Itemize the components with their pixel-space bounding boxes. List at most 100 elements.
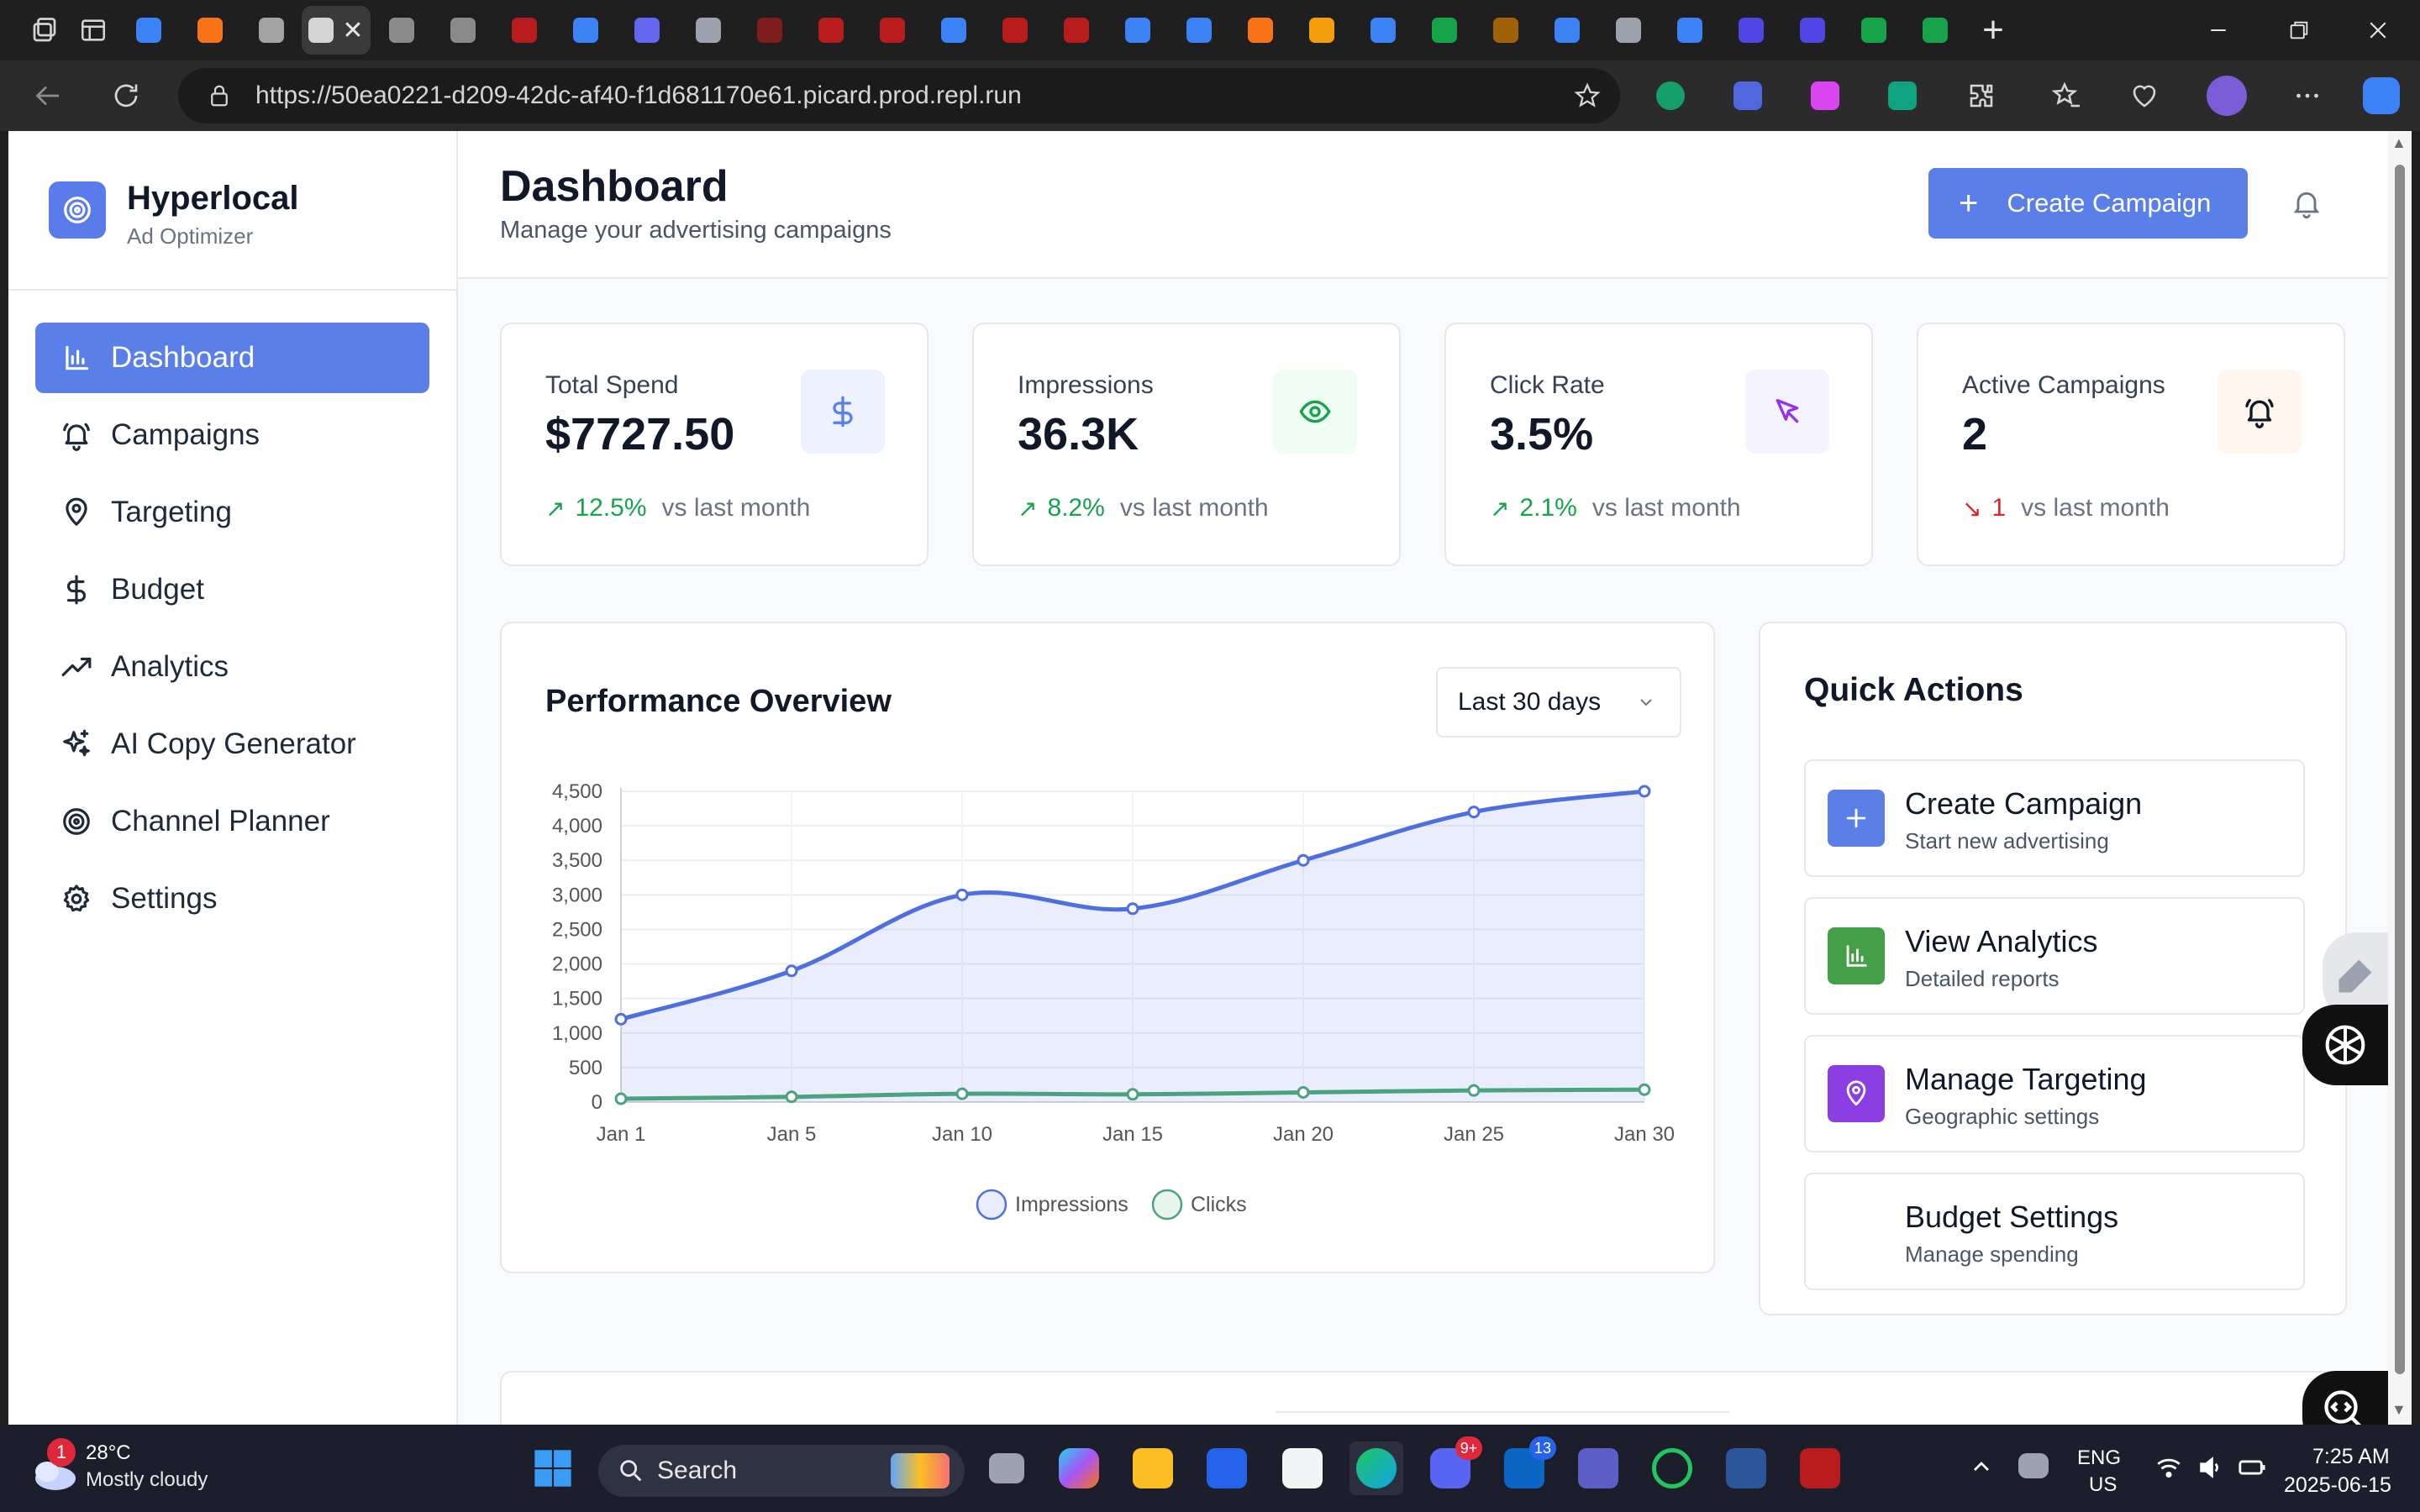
quick-action-manage-targeting[interactable]: Manage Targeting Geographic settings	[1804, 1035, 2305, 1152]
browser-tab[interactable]	[179, 6, 240, 55]
browser-tab[interactable]	[1597, 6, 1659, 55]
browser-tab[interactable]	[1659, 6, 1720, 55]
browser-tab[interactable]	[739, 6, 800, 55]
extensions-puzzle-icon[interactable]	[1958, 72, 2005, 119]
data-point-clicks[interactable]	[614, 1092, 628, 1105]
browser-tab[interactable]	[800, 6, 861, 55]
data-point-impressions[interactable]	[1467, 806, 1481, 819]
address-bar[interactable]: https://50ea0221-d209-42dc-af40-f1d68117…	[178, 68, 1620, 123]
favorite-star-icon[interactable]	[1573, 81, 1602, 110]
legend-item-clicks[interactable]: Clicks	[1151, 1189, 1247, 1221]
browser-tab[interactable]	[861, 6, 923, 55]
battery-icon[interactable]	[2237, 1453, 2267, 1486]
store-icon[interactable]	[1276, 1441, 1329, 1495]
word-icon[interactable]	[1719, 1441, 1773, 1495]
more-menu-icon[interactable]	[2284, 72, 2331, 119]
sync-app-icon[interactable]	[1645, 1441, 1699, 1495]
browser-tab[interactable]	[240, 6, 302, 55]
onedrive-icon[interactable]	[2018, 1453, 2049, 1478]
browser-tab[interactable]	[923, 6, 984, 55]
data-point-clicks[interactable]	[1467, 1084, 1481, 1097]
acrobat-icon[interactable]	[1793, 1441, 1847, 1495]
sidebar-item-channel-planner[interactable]: Channel Planner	[35, 786, 429, 857]
browser-tab[interactable]	[1475, 6, 1536, 55]
app-edit-icon[interactable]	[1200, 1441, 1254, 1495]
clock-time[interactable]: 7:25 AM	[2312, 1445, 2390, 1469]
browser-tab[interactable]	[371, 6, 432, 55]
data-point-impressions[interactable]	[1126, 902, 1139, 916]
browser-essentials-icon[interactable]	[2121, 72, 2168, 119]
copilot-icon[interactable]	[2358, 72, 2405, 119]
browser-tab[interactable]	[984, 6, 1045, 55]
browser-tab[interactable]	[1352, 6, 1413, 55]
data-point-impressions[interactable]	[614, 1012, 628, 1026]
chevron-up-icon[interactable]	[1968, 1453, 1995, 1484]
file-explorer-icon[interactable]	[1126, 1441, 1180, 1495]
wifi-icon[interactable]	[2154, 1453, 2183, 1486]
extension-record-icon[interactable]	[1802, 72, 1849, 119]
quick-action-budget-settings[interactable]: Budget Settings Manage spending	[1804, 1173, 2305, 1290]
edge-browser-icon[interactable]	[1349, 1441, 1403, 1495]
browser-tab[interactable]	[1843, 6, 1904, 55]
browser-tab[interactable]	[118, 6, 179, 55]
taskbar-search[interactable]: Search	[598, 1445, 965, 1497]
legend-item-impressions[interactable]: Impressions	[976, 1189, 1128, 1221]
scrollbar-thumb[interactable]	[2395, 165, 2405, 1374]
linkedin-icon[interactable]: 13	[1497, 1436, 1556, 1495]
site-info-icon[interactable]	[207, 83, 232, 108]
sidebar-item-budget[interactable]: Budget	[35, 554, 429, 625]
browser-tab[interactable]: ✕	[302, 6, 371, 55]
teams-icon[interactable]	[1571, 1441, 1625, 1495]
browser-tab[interactable]	[1904, 6, 1965, 55]
browser-tab[interactable]	[555, 6, 616, 55]
scroll-down-icon[interactable]: ▼	[2391, 1401, 2407, 1419]
browser-tab[interactable]	[1720, 6, 1781, 55]
browser-tab[interactable]	[1045, 6, 1107, 55]
notifications-bell-icon[interactable]	[2290, 186, 2323, 220]
page-scrollbar[interactable]: ▲ ▼	[2388, 131, 2412, 1425]
extension-wave-icon[interactable]	[1724, 72, 1771, 119]
back-arrow-icon[interactable]	[25, 72, 72, 119]
floating-inspect-widget[interactable]	[2302, 1371, 2388, 1425]
weather-widget[interactable]: 1 28°C Mostly cloudy	[24, 1436, 225, 1504]
workspaces-icon[interactable]	[20, 6, 69, 55]
profile-avatar[interactable]	[2203, 72, 2250, 119]
sidebar-item-settings[interactable]: Settings	[35, 864, 429, 934]
language-primary[interactable]: ENG	[2077, 1446, 2121, 1470]
data-point-clicks[interactable]	[1638, 1083, 1651, 1096]
browser-tab[interactable]	[493, 6, 555, 55]
sidebar-item-ai-copy-generator[interactable]: AI Copy Generator	[35, 709, 429, 780]
clock-date[interactable]: 2025-06-15	[2284, 1473, 2391, 1498]
sidebar-item-analytics[interactable]: Analytics	[35, 632, 429, 702]
browser-tab[interactable]	[1229, 6, 1291, 55]
browser-tab[interactable]	[1291, 6, 1352, 55]
tab-actions-icon[interactable]	[69, 6, 118, 55]
floating-chatgpt-widget[interactable]	[2302, 1005, 2388, 1085]
close-window-button[interactable]	[2336, 0, 2420, 60]
data-point-clicks[interactable]	[1126, 1088, 1139, 1101]
language-secondary[interactable]: US	[2089, 1473, 2117, 1497]
browser-tab[interactable]	[1536, 6, 1597, 55]
restore-button[interactable]	[2257, 0, 2341, 60]
data-point-impressions[interactable]	[1638, 785, 1651, 798]
browser-tab[interactable]	[1168, 6, 1229, 55]
browser-tab[interactable]	[1413, 6, 1475, 55]
browser-tab[interactable]	[1781, 6, 1843, 55]
data-point-impressions[interactable]	[955, 888, 969, 901]
extension-chatgpt-icon[interactable]	[1879, 72, 1926, 119]
grammarly-extension-icon[interactable]	[1647, 72, 1694, 119]
new-tab-button[interactable]: +	[1965, 6, 2021, 55]
data-point-clicks[interactable]	[785, 1090, 798, 1104]
sidebar-item-dashboard[interactable]: Dashboard	[35, 323, 429, 393]
quick-action-view-analytics[interactable]: View Analytics Detailed reports	[1804, 897, 2305, 1015]
discord-icon[interactable]: 9+	[1423, 1436, 1482, 1495]
sidebar-item-targeting[interactable]: Targeting	[35, 477, 429, 548]
data-point-clicks[interactable]	[1297, 1085, 1310, 1099]
quick-action-create-campaign[interactable]: Create Campaign Start new advertising	[1804, 759, 2305, 877]
minimize-button[interactable]	[2176, 0, 2260, 60]
start-button[interactable]	[526, 1441, 580, 1495]
create-campaign-button[interactable]: + Create Campaign	[1928, 168, 2248, 239]
favorites-icon[interactable]	[2044, 72, 2091, 119]
tab-close-icon[interactable]: ✕	[342, 16, 363, 45]
sidebar-item-campaigns[interactable]: Campaigns	[35, 400, 429, 470]
